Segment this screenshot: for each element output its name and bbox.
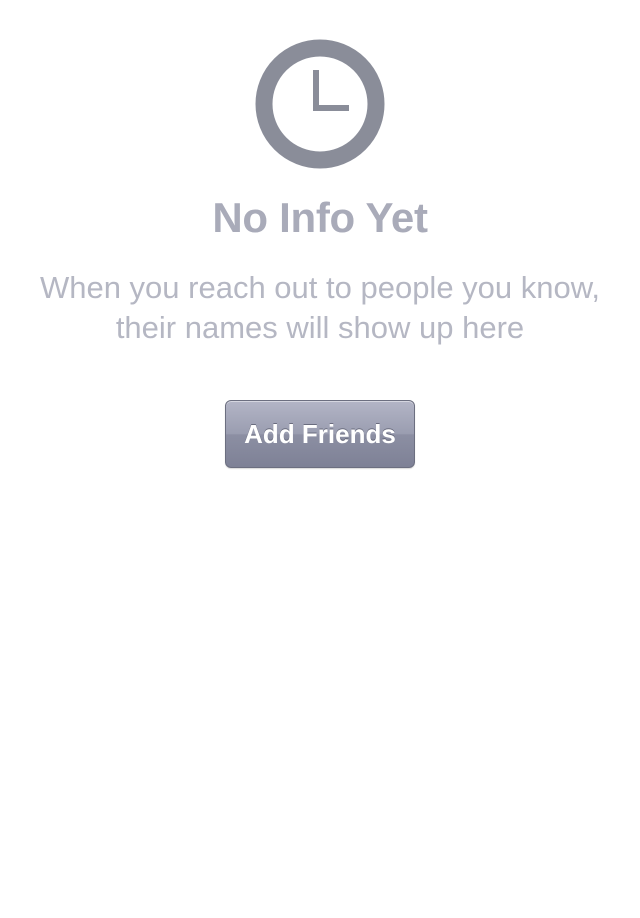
empty-state-message: When you reach out to people you know, t… [39, 270, 601, 345]
empty-state-title: No Info Yet [212, 194, 428, 241]
empty-state: No Info Yet When you reach out to people… [0, 0, 640, 918]
add-friends-button[interactable]: Add Friends [225, 400, 415, 468]
clock-icon [254, 38, 386, 170]
add-friends-button-label: Add Friends [244, 418, 396, 449]
